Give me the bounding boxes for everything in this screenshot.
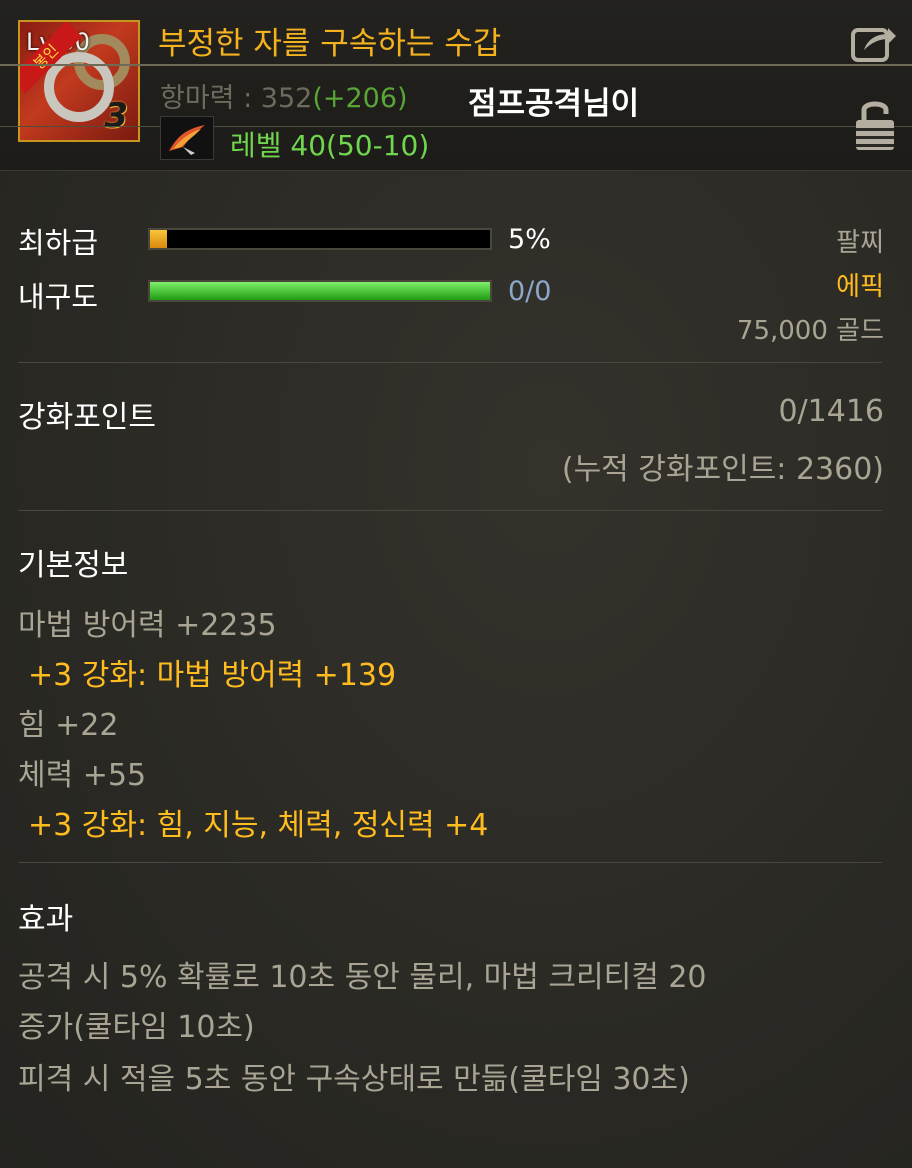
magic-resist: 항마력 : 352(+206) [160, 76, 408, 115]
basic-info-line: 체력 +55 [18, 758, 147, 793]
item-price: 75,000 골드 [736, 316, 884, 346]
effect-line: 피격 시 적을 5초 동안 구속상태로 만듦(쿨타임 30초) [18, 1062, 690, 1097]
basic-info-line: 마법 방어력 +2235 [18, 608, 277, 643]
header-divider-2 [0, 126, 912, 127]
item-name: 부정한 자를 구속하는 수갑 [158, 26, 502, 62]
grade-bar [148, 228, 492, 250]
section-divider [18, 510, 882, 511]
item-rarity: 에픽 [836, 272, 884, 302]
grade-bar-fill [150, 230, 167, 248]
item-icon-enhance: 3 [104, 96, 128, 136]
basic-info-enhance-line: +3 강화: 마법 방어력 +139 [28, 658, 397, 693]
effect-line: 공격 시 5% 확률로 10초 동안 물리, 마법 크리티컬 20 [18, 960, 707, 995]
magic-resist-label: 항마력 : 352 [160, 83, 313, 114]
enhance-points-accumulated: (누적 강화포인트: 2360) [561, 452, 884, 487]
share-icon[interactable] [850, 22, 898, 64]
item-part: 팔찌 [836, 228, 884, 258]
effects-title: 효과 [18, 902, 74, 937]
owner-name: 점프공격님이 [468, 86, 640, 122]
section-divider [18, 362, 882, 363]
durability-bar [148, 280, 492, 302]
basic-info-enhance-line: +3 강화: 힘, 지능, 체력, 정신력 +4 [28, 808, 489, 843]
header-divider [0, 64, 912, 66]
item-icon: Lv.50 봉인 3 [18, 20, 140, 142]
tooltip-header: Lv.50 봉인 3 부정한 자를 구속하는 수갑 항마력 : 352(+206… [0, 0, 912, 171]
enhance-points-label: 강화포인트 [18, 400, 156, 435]
basic-info-title: 기본정보 [18, 548, 129, 583]
fire-quill-icon [160, 116, 214, 160]
level-requirement: 레벨 40(50-10) [230, 129, 430, 162]
durability-label: 내구도 [18, 280, 99, 314]
grade-value: 5% [508, 224, 551, 255]
durability-value: 0/0 [508, 276, 552, 307]
effect-line: 증가(쿨타임 10초) [18, 1010, 255, 1045]
magic-resist-bonus: (+206) [312, 83, 408, 114]
enhance-points-value: 0/1416 [778, 394, 884, 429]
durability-bar-fill [150, 282, 490, 300]
grade-label: 최하급 [18, 226, 99, 260]
item-tooltip: Lv.50 봉인 3 부정한 자를 구속하는 수갑 항마력 : 352(+206… [0, 0, 912, 1168]
basic-info-line: 힘 +22 [18, 708, 119, 743]
unlock-icon[interactable] [854, 96, 896, 152]
section-divider [18, 862, 882, 863]
